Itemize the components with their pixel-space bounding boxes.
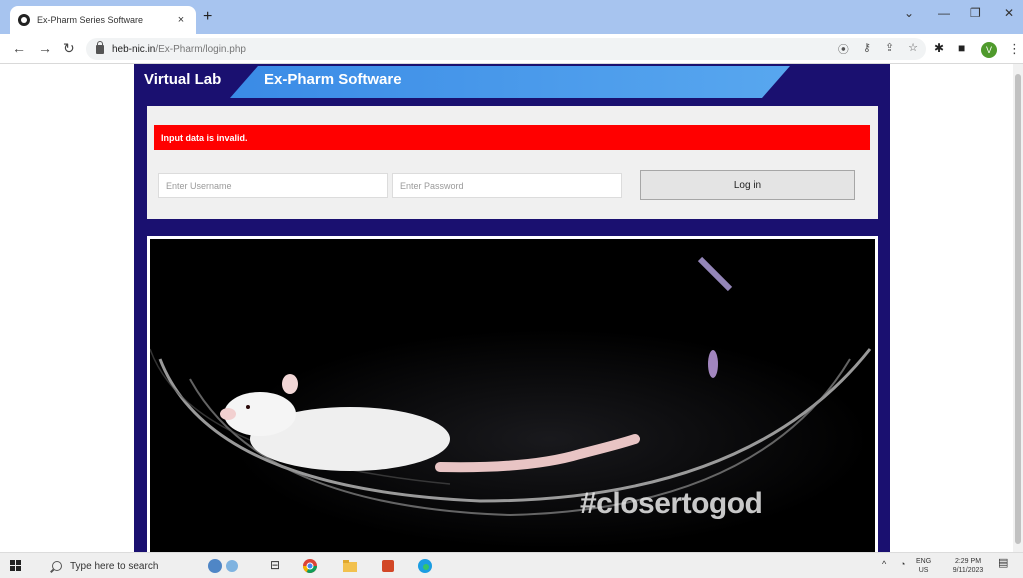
url-host: heb-nic.in [112,43,156,55]
location-icon[interactable]: ⦿ [838,41,849,57]
explorer-icon[interactable] [342,558,358,574]
restore-icon[interactable]: ❐ [970,6,981,20]
widgets-icon[interactable] [206,558,242,574]
tray-chevron-icon[interactable]: ^ [882,560,886,569]
tab-title: Ex-Pharm Series Software [37,15,144,25]
address-bar[interactable]: heb-nic.in /Ex-Pharm/login.php ⦿ ⚷ ⇪ ☆ [86,38,926,60]
share-icon[interactable]: ⇪ [885,41,894,57]
screen: Ex-Pharm Series Software × + ⌄ — ❐ ✕ ← →… [0,0,1023,578]
scroll-thumb[interactable] [1015,74,1021,544]
forward-arrow-icon[interactable]: → [38,39,52,57]
browser-tab[interactable]: Ex-Pharm Series Software × [10,6,196,34]
close-window-icon[interactable]: ✕ [1004,6,1014,20]
login-button[interactable]: Log in [640,170,855,200]
browser-tabstrip: Ex-Pharm Series Software × + ⌄ — ❐ ✕ [0,0,1023,34]
windows-taskbar: Type here to search ⊟ ^ ◔ ENG US 2:29 PM [0,552,1023,578]
lang-top: ENG [916,558,932,565]
search-icon [52,561,62,571]
clock[interactable]: 2:29 PM 9/11/2023 [946,557,990,575]
chrome-icon[interactable] [302,558,318,574]
key-icon[interactable]: ⚷ [863,41,871,57]
browser-toolbar: ← → ↻ heb-nic.in /Ex-Pharm/login.php ⦿ ⚷… [0,34,1023,64]
tab-close-icon[interactable]: × [174,14,188,26]
profile-avatar[interactable]: V [981,42,997,58]
windows-icon[interactable] [10,560,22,572]
network-icon[interactable]: ◔ [900,560,905,569]
notification-icon[interactable]: ▤ [998,558,1008,569]
url-path: /Ex-Pharm/login.php [155,43,246,55]
site-header: Virtual Lab Ex-Pharm Software [134,64,890,98]
new-tab-button[interactable]: + [203,8,212,26]
lock-icon[interactable] [96,40,104,54]
app-title: Ex-Pharm Software [264,71,402,88]
password-input[interactable] [392,173,622,198]
page-scrollbar[interactable] [1013,64,1023,552]
clock-date: 9/11/2023 [952,567,984,574]
edge-icon[interactable] [417,558,433,574]
back-arrow-icon[interactable]: ← [12,39,26,57]
page-viewport: Virtual Lab Ex-Pharm Software Input data… [0,64,1023,552]
language-indicator[interactable]: ENG US [916,557,931,575]
star-icon[interactable]: ☆ [908,41,918,57]
error-message: Input data is invalid. [154,125,870,150]
clock-time: 2:29 PM [954,558,982,565]
task-view-icon[interactable]: ⊟ [270,558,286,574]
brand-title: Virtual Lab [144,71,222,88]
favicon-icon [18,14,30,26]
menu-icon[interactable]: ⋮ [1008,41,1021,57]
site-container: Virtual Lab Ex-Pharm Software Input data… [134,64,890,552]
video-caption: #closertogod [580,487,763,520]
lang-bottom: US [918,567,929,574]
username-input[interactable] [158,173,388,198]
extensions-icon[interactable]: ✱ [934,41,944,55]
tab-search-icon[interactable]: ⌄ [904,6,914,20]
office-icon[interactable] [380,558,396,574]
taskbar-search[interactable]: Type here to search [44,555,194,577]
login-panel: Input data is invalid. Log in [147,106,878,219]
reload-icon[interactable]: ↻ [63,39,75,57]
minimize-icon[interactable]: — [938,6,950,20]
search-placeholder: Type here to search [70,560,159,572]
sidebar-icon[interactable]: ■ [958,41,965,55]
rat-wheel-illustration [150,239,875,552]
promo-video[interactable]: #closertogod [147,236,878,552]
